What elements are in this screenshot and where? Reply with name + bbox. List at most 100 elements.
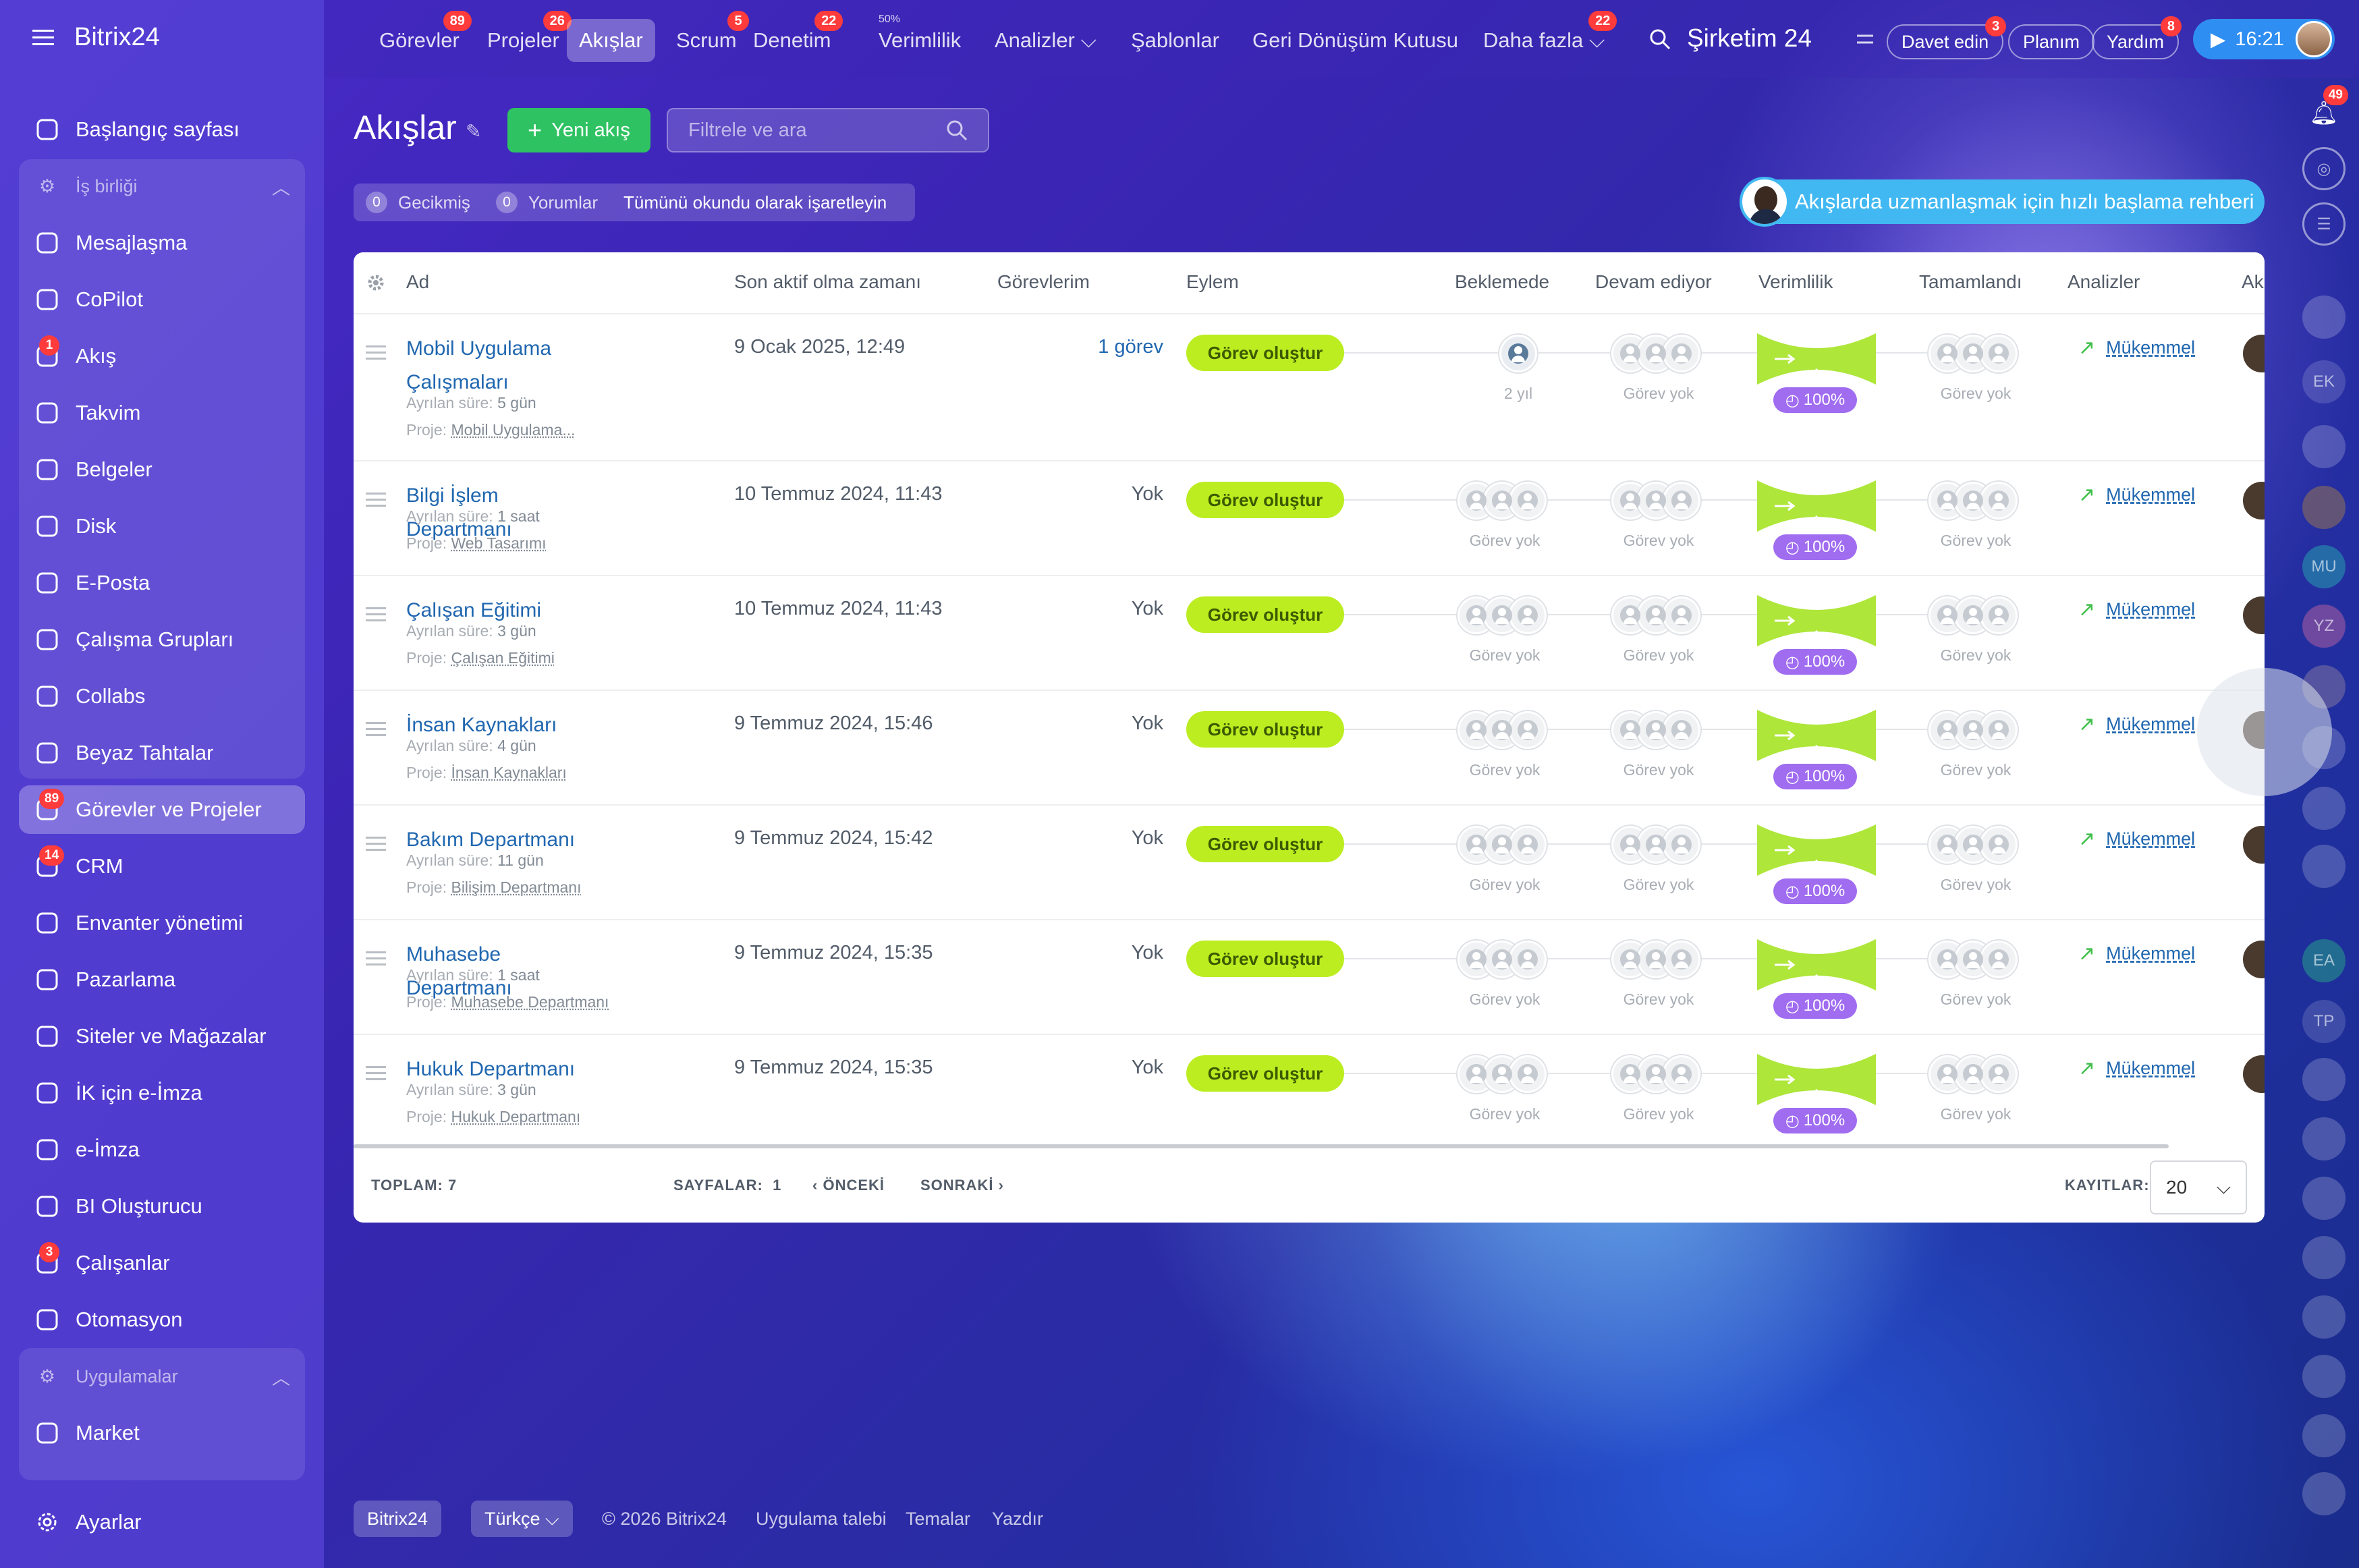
contact-avatar[interactable]	[2302, 1414, 2346, 1457]
create-task-button[interactable]: Görev oluştur	[1186, 335, 1344, 371]
contact-avatar[interactable]	[2302, 787, 2346, 830]
tab-10[interactable]: Daha fazla ⌵ 22	[1471, 11, 1617, 62]
contact-avatar[interactable]	[2302, 296, 2346, 339]
horizontal-scrollbar[interactable]	[354, 1144, 2169, 1148]
timeman-button[interactable]: ▶ 16:21	[2193, 19, 2335, 59]
analytics-link[interactable]: ↗ Mükemmel	[2078, 483, 2195, 507]
bell-icon[interactable]: 🔔︎ 49	[2302, 85, 2348, 135]
company-name[interactable]: Şirketim 24	[1687, 24, 1812, 53]
contact-initials[interactable]: TP	[2302, 1000, 2346, 1043]
col-name[interactable]: Ad	[406, 271, 429, 293]
owner-avatar[interactable]	[2243, 941, 2265, 978]
sidebar-item-sign[interactable]: e-İmza	[19, 1125, 305, 1174]
owner-avatar[interactable]	[2243, 826, 2265, 864]
efficiency-hourglass-icon[interactable]	[1754, 476, 1879, 536]
col-extra[interactable]: Ak	[2242, 271, 2264, 293]
search-icon[interactable]	[1649, 28, 1671, 50]
tab-7[interactable]: Analizler ⌵	[982, 19, 1109, 62]
contact-initials[interactable]: EK	[2302, 360, 2346, 403]
sidebar-item-hr-sign[interactable]: İK için e-İmza	[19, 1069, 305, 1117]
col-done[interactable]: Tamamlandı	[1919, 271, 2022, 293]
table-row[interactable]: Muhasebe Departmanı Ayrılan süre: 1 saat P…	[354, 919, 2265, 1034]
sidebar-item-tasks[interactable]: 89 Görevler ve Projeler	[19, 785, 305, 834]
table-row[interactable]: Bakım Departmanı Ayrılan süre: 11 gün Proj…	[354, 804, 2265, 919]
create-task-button[interactable]: Görev oluştur	[1186, 826, 1344, 862]
plan-button[interactable]: Planım	[2008, 24, 2095, 59]
drag-handle-icon[interactable]	[366, 603, 386, 625]
next-page-button[interactable]: SONRAKİ ›	[920, 1177, 1004, 1194]
themes-link[interactable]: Temalar	[906, 1501, 970, 1537]
project-link[interactable]: Web Tasarımı	[451, 534, 546, 552]
sidebar-item-bi[interactable]: BI Oluşturucu	[19, 1182, 305, 1231]
collaboration-group-header[interactable]: ⚙︎ İş birliği ︿	[19, 165, 305, 208]
sidebar-item-group[interactable]: Çalışma Grupları	[19, 615, 305, 664]
sidebar-item-home[interactable]: Başlangıç sayfası	[19, 105, 305, 154]
language-select[interactable]: Türkçe ⌵	[471, 1501, 573, 1537]
contact-avatar[interactable]	[2302, 1117, 2346, 1160]
analytics-link[interactable]: ↗ Mükemmel	[2078, 942, 2195, 965]
col-analytics[interactable]: Analizler	[2067, 271, 2140, 293]
project-link[interactable]: Mobil Uygulama...	[451, 421, 575, 439]
sidebar-item-settings[interactable]: Ayarlar	[19, 1498, 305, 1546]
analytics-link[interactable]: ↗ Mükemmel	[2078, 827, 2195, 851]
analytics-link[interactable]: ↗ Mükemmel	[2078, 712, 2195, 736]
col-in-progress[interactable]: Devam ediyor	[1595, 271, 1712, 293]
contact-avatar[interactable]	[2302, 1236, 2346, 1279]
drag-handle-icon[interactable]	[366, 1062, 386, 1084]
efficiency-hourglass-icon[interactable]	[1754, 329, 1879, 389]
search-icon[interactable]	[946, 119, 968, 141]
col-last-active[interactable]: Son aktif olma zamanı	[734, 271, 921, 293]
pending-avatar[interactable]	[1499, 335, 1537, 372]
efficiency-hourglass-icon[interactable]	[1754, 591, 1879, 650]
efficiency-hourglass-icon[interactable]	[1754, 935, 1879, 995]
settings-toggle-icon[interactable]	[1856, 31, 1875, 47]
help-button[interactable]: Yardım 8	[2092, 16, 2182, 59]
create-task-button[interactable]: Görev oluştur	[1186, 596, 1344, 633]
sidebar-item-crm[interactable]: 14 CRM	[19, 842, 305, 891]
flow-name-link[interactable]: Mobil Uygulama Çalışmaları	[406, 332, 609, 399]
tab-5[interactable]: Denetim 22	[741, 11, 843, 62]
settings-gear-icon[interactable]	[366, 273, 386, 293]
contact-avatar[interactable]	[2302, 425, 2346, 468]
efficiency-hourglass-icon[interactable]	[1754, 820, 1879, 880]
project-link[interactable]: Muhasebe Departmanı	[451, 993, 609, 1011]
user-avatar[interactable]	[2296, 21, 2332, 57]
hamburger-icon[interactable]	[32, 28, 54, 47]
col-pending[interactable]: Beklemede	[1455, 271, 1549, 293]
records-per-page-select[interactable]: 20 ⌵	[2150, 1160, 2247, 1214]
table-row[interactable]: Bilgi İşlem Departmanı Ayrılan süre: 1 sa…	[354, 460, 2265, 575]
quick-start-guide-banner[interactable]: Akışlarda uzmanlaşmak için hızlı başlama…	[1740, 177, 2265, 227]
my-tasks-value[interactable]: 1 görev	[1055, 336, 1163, 358]
tab-3[interactable]: Akışlar	[567, 19, 655, 62]
create-task-button[interactable]: Görev oluştur	[1186, 1055, 1344, 1092]
drag-handle-icon[interactable]	[366, 833, 386, 855]
sidebar-item-inventory[interactable]: Envanter yönetimi	[19, 899, 305, 947]
owner-avatar[interactable]	[2243, 1055, 2265, 1093]
table-row[interactable]: Mobil Uygulama Çalışmaları Ayrılan süre: …	[354, 313, 2265, 460]
analytics-link[interactable]: ↗ Mükemmel	[2078, 598, 2195, 621]
contact-initials[interactable]: EA	[2302, 939, 2346, 982]
project-link[interactable]: İnsan Kaynakları	[451, 764, 566, 781]
tab-1[interactable]: Görevler 89	[367, 11, 472, 62]
sidebar-item-chat[interactable]: Mesajlaşma	[19, 219, 305, 267]
side-panel-close-button[interactable]	[2197, 668, 2332, 796]
sidebar-item-disk[interactable]: Disk	[19, 502, 305, 551]
create-task-button[interactable]: Görev oluştur	[1186, 711, 1344, 748]
mark-all-read-link[interactable]: Tümünü okundu olarak işaretleyin	[623, 192, 887, 213]
tab-2[interactable]: Projeler 26	[475, 11, 572, 62]
col-my-tasks[interactable]: Görevlerim	[997, 271, 1090, 293]
create-task-button[interactable]: Görev oluştur	[1186, 482, 1344, 518]
sidebar-item-collabs[interactable]: Collabs	[19, 672, 305, 721]
sidebar-item-employees[interactable]: 3 Çalışanlar	[19, 1239, 305, 1287]
sidebar-item-mail[interactable]: E-Posta	[19, 559, 305, 607]
col-efficiency[interactable]: Verimlilik	[1758, 271, 1833, 293]
contact-avatar[interactable]	[2302, 1177, 2346, 1220]
project-link[interactable]: Hukuk Departmanı	[451, 1108, 580, 1125]
tab-4[interactable]: Scrum 5	[664, 11, 749, 62]
efficiency-hourglass-icon[interactable]	[1754, 706, 1879, 765]
contact-avatar[interactable]	[2302, 845, 2346, 888]
sidebar-item-market[interactable]: Market	[19, 1409, 305, 1457]
project-link[interactable]: Çalışan Eğitimi	[451, 649, 554, 667]
apps-group-header[interactable]: ⚙︎ Uygulamalar ︿	[19, 1355, 305, 1398]
owner-avatar[interactable]	[2243, 596, 2265, 634]
